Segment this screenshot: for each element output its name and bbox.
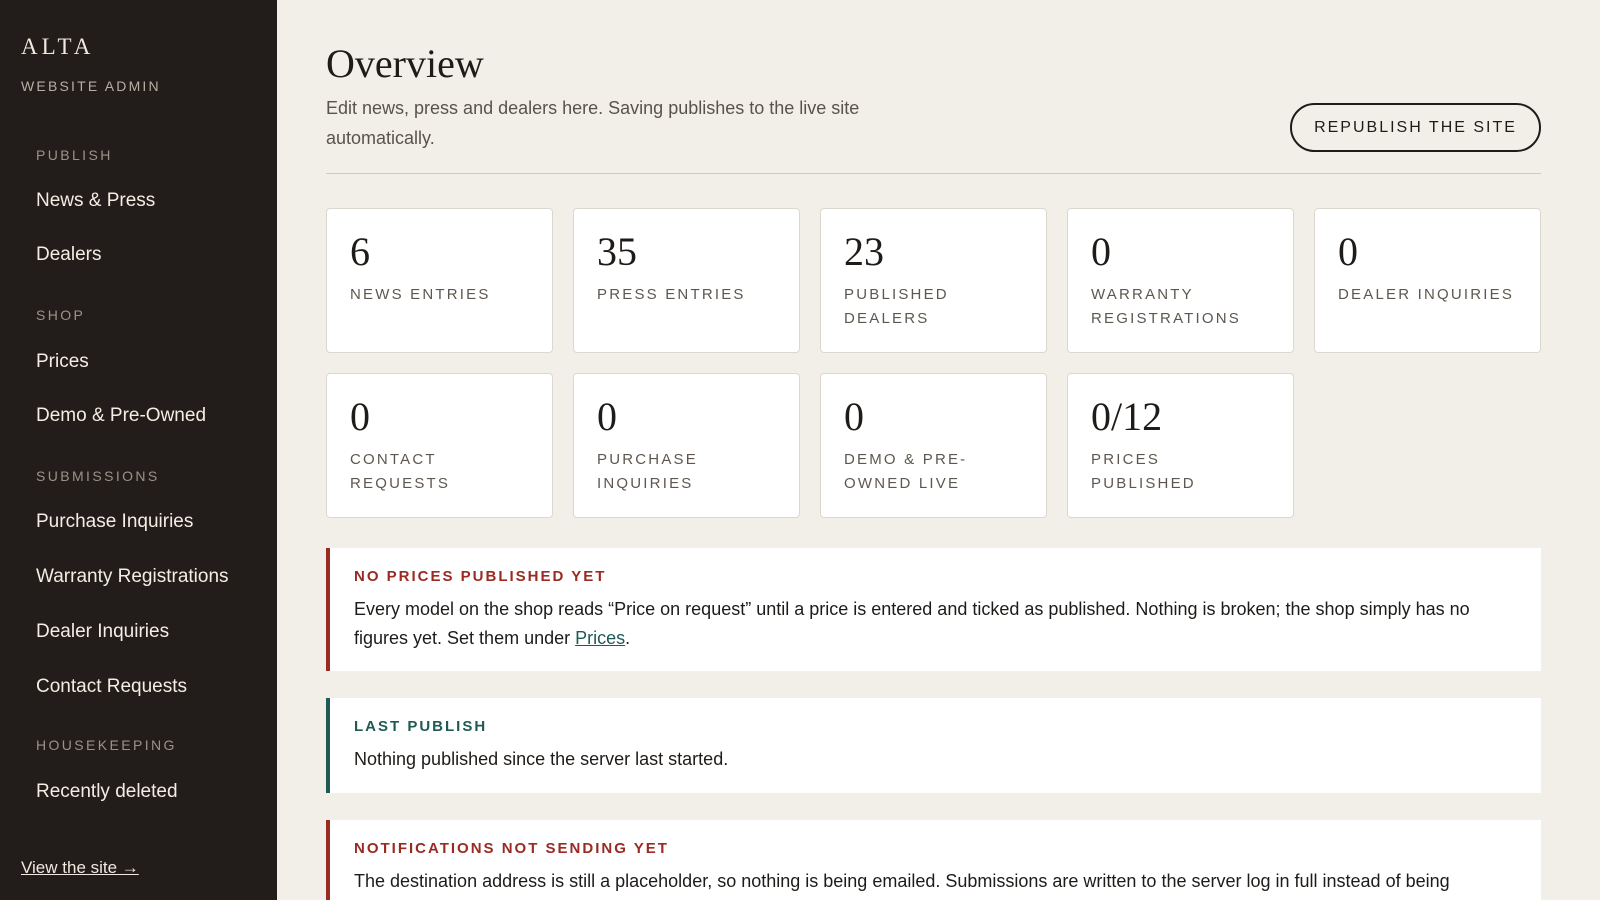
nav-section-publish: PUBLISH (36, 147, 113, 163)
notice-body: The destination address is still a place… (354, 871, 1450, 891)
stat-value: 35 (597, 229, 637, 274)
stat-value: 0 (597, 394, 617, 439)
stat-card-news-entries: 6 NEWS ENTRIES (326, 208, 553, 353)
notice-title: LAST PUBLISH (354, 718, 488, 735)
stat-value: 0 (844, 394, 864, 439)
stat-value: 0/12 (1091, 394, 1163, 439)
notice-notifications: NOTIFICATIONS NOT SENDING YET The destin… (326, 820, 1541, 900)
page-description: Edit news, press and dealers here. Savin… (326, 98, 860, 148)
stat-value: 23 (844, 229, 884, 274)
stat-card-warranty-registrations: 0 WARRANTY REGISTRATIONS (1067, 208, 1294, 353)
sidebar-item-demo-preowned[interactable]: Demo & Pre-Owned (36, 405, 206, 427)
stats-grid: 6 NEWS ENTRIES 35 PRESS ENTRIES 23 PUBLI… (326, 208, 1541, 518)
nav-section-submissions: SUBMISSIONS (36, 468, 160, 484)
notice-title: NO PRICES PUBLISHED YET (354, 568, 607, 585)
stat-label: PUBLISHED DEALERS (844, 286, 949, 327)
stat-card-published-dealers: 23 PUBLISHED DEALERS (820, 208, 1047, 353)
stat-value: 6 (350, 229, 370, 274)
stat-card-demo-preowned-live: 0 DEMO & PRE-OWNED LIVE (820, 373, 1047, 518)
nav-section-housekeeping: HOUSEKEEPING (36, 737, 177, 753)
sidebar: ALTA WEBSITE ADMIN PUBLISH News & Press … (0, 0, 277, 900)
notice-no-prices: NO PRICES PUBLISHED YET Every model on t… (326, 548, 1541, 671)
sidebar-item-news-press[interactable]: News & Press (36, 190, 155, 212)
republish-button[interactable]: REPUBLISH THE SITE (1290, 103, 1541, 152)
view-site-link[interactable]: View the site → (21, 858, 139, 878)
sidebar-item-dealers[interactable]: Dealers (36, 244, 101, 266)
notice-text: Every model on the shop reads “Price on … (354, 599, 1470, 648)
brand-logo: ALTA (21, 34, 95, 59)
stat-card-press-entries: 35 PRESS ENTRIES (573, 208, 800, 353)
stat-card-prices-published: 0/12 PRICES PUBLISHED (1067, 373, 1294, 518)
stat-card-contact-requests: 0 CONTACT REQUESTS (326, 373, 553, 518)
nav-section-shop: SHOP (36, 307, 86, 323)
stat-label: PRESS ENTRIES (597, 286, 746, 303)
notice-last-publish: LAST PUBLISH Nothing published since the… (326, 698, 1541, 793)
stat-label: DEMO & PRE-OWNED LIVE (844, 451, 968, 492)
stat-label: PURCHASE INQUIRIES (597, 451, 698, 492)
sidebar-item-dealer-inquiries[interactable]: Dealer Inquiries (36, 621, 169, 643)
notice-body: Nothing published since the server last … (354, 749, 729, 769)
sidebar-item-purchase-inquiries[interactable]: Purchase Inquiries (36, 511, 193, 533)
stat-label: DEALER INQUIRIES (1338, 286, 1515, 303)
stat-label: WARRANTY REGISTRATIONS (1091, 286, 1241, 327)
stat-label: NEWS ENTRIES (350, 286, 491, 303)
sidebar-item-contact-requests[interactable]: Contact Requests (36, 676, 187, 698)
prices-link[interactable]: Prices (575, 628, 625, 648)
stat-value: 0 (1338, 229, 1358, 274)
stat-card-dealer-inquiries: 0 DEALER INQUIRIES (1314, 208, 1541, 353)
notice-suffix: . (625, 628, 631, 648)
header-divider (326, 173, 1541, 174)
notice-title: NOTIFICATIONS NOT SENDING YET (354, 840, 669, 857)
page-title: Overview (326, 41, 484, 86)
stat-value: 0 (1091, 229, 1111, 274)
stat-label: PRICES PUBLISHED (1091, 451, 1196, 492)
stat-card-purchase-inquiries: 0 PURCHASE INQUIRIES (573, 373, 800, 518)
brand-subtitle: WEBSITE ADMIN (21, 78, 161, 94)
notice-body: Every model on the shop reads “Price on … (354, 595, 1517, 653)
main-content: Overview Edit news, press and dealers he… (326, 0, 1541, 900)
stat-value: 0 (350, 394, 370, 439)
stat-label: CONTACT REQUESTS (350, 451, 451, 492)
sidebar-item-warranty-registrations[interactable]: Warranty Registrations (36, 566, 229, 588)
sidebar-item-prices[interactable]: Prices (36, 351, 89, 373)
sidebar-item-recently-deleted[interactable]: Recently deleted (36, 781, 178, 803)
